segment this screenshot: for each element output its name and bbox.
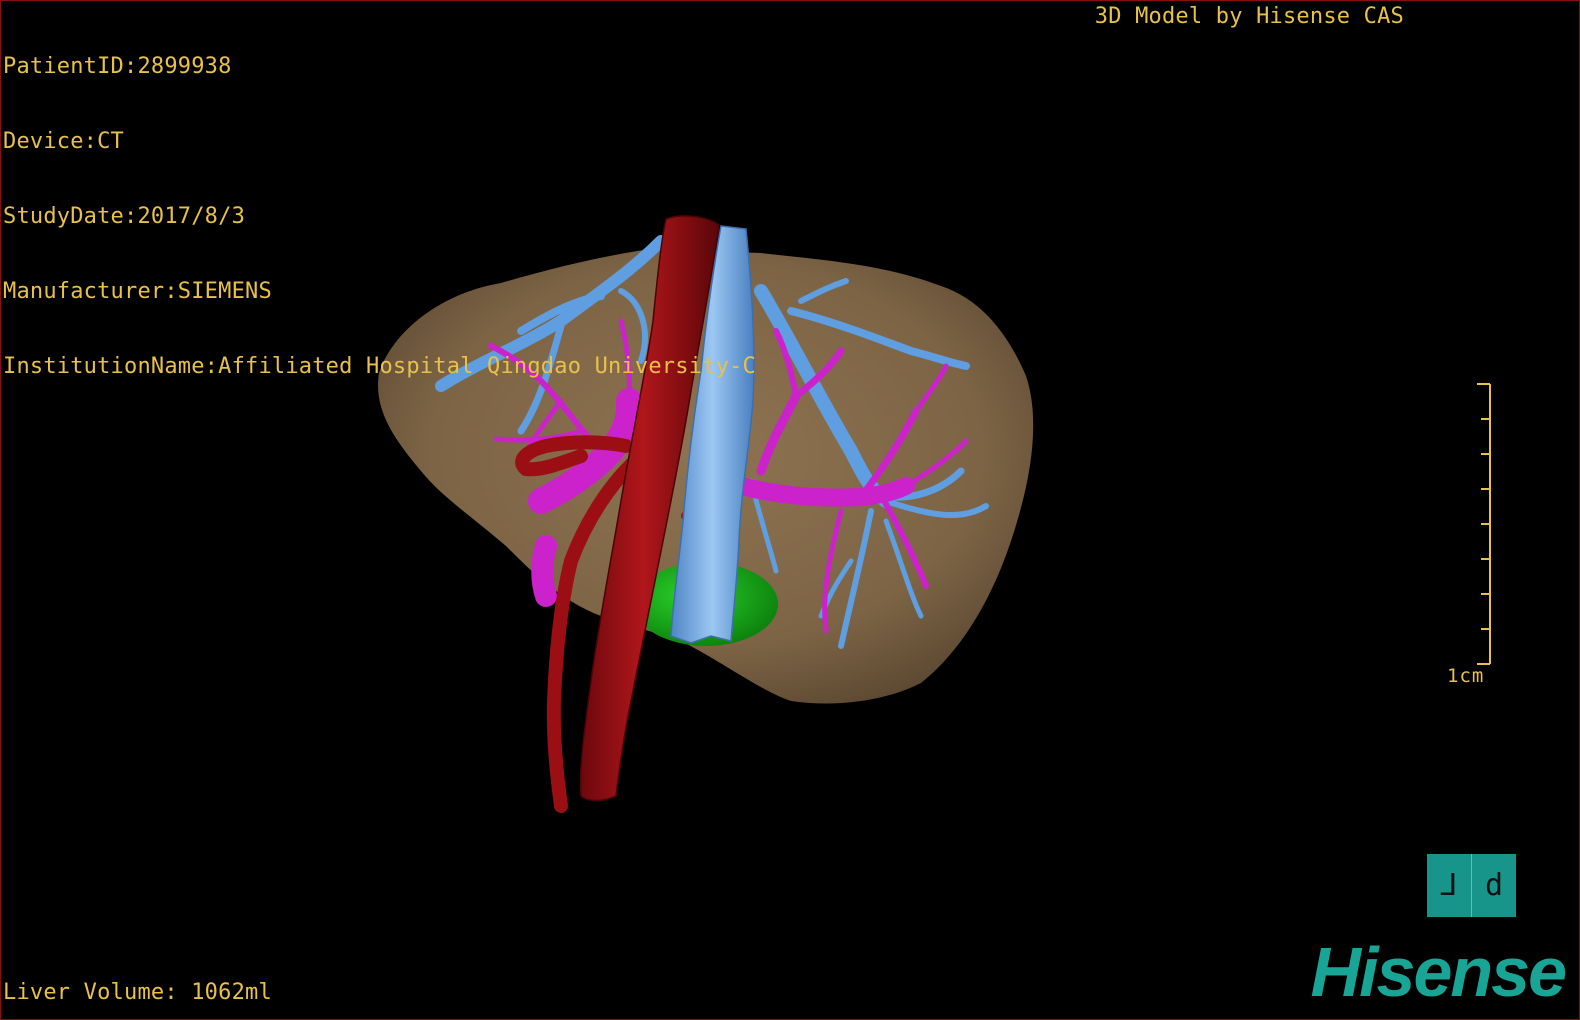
- orientation-face-right[interactable]: d: [1472, 854, 1516, 917]
- scale-bar-label: 1cm: [1447, 665, 1485, 687]
- manufacturer-label: Manufacturer:SIEMENS: [3, 279, 272, 304]
- institution-label: InstitutionName:Affiliated Hospital Qing…: [3, 354, 756, 379]
- study-date-label: StudyDate:2017/8/3: [3, 204, 246, 229]
- model-credit-label: 3D Model by Hisense CAS: [1094, 4, 1404, 29]
- scale-bar: [1477, 383, 1491, 665]
- device-label: Device:CT: [3, 129, 125, 154]
- dicom-info-overlay: PatientID:2899938 Device:CT StudyDate:20…: [3, 4, 756, 429]
- orientation-face-left[interactable]: ⅃: [1427, 854, 1471, 917]
- orientation-cube[interactable]: ⅃ d: [1427, 854, 1516, 917]
- hisense-logo: Hisense: [1310, 933, 1567, 1011]
- liver-volume-label: Liver Volume: 1062ml: [3, 980, 272, 1005]
- 3d-viewport[interactable]: PatientID:2899938 Device:CT StudyDate:20…: [0, 0, 1580, 1020]
- patient-id-label: PatientID:2899938: [3, 54, 232, 79]
